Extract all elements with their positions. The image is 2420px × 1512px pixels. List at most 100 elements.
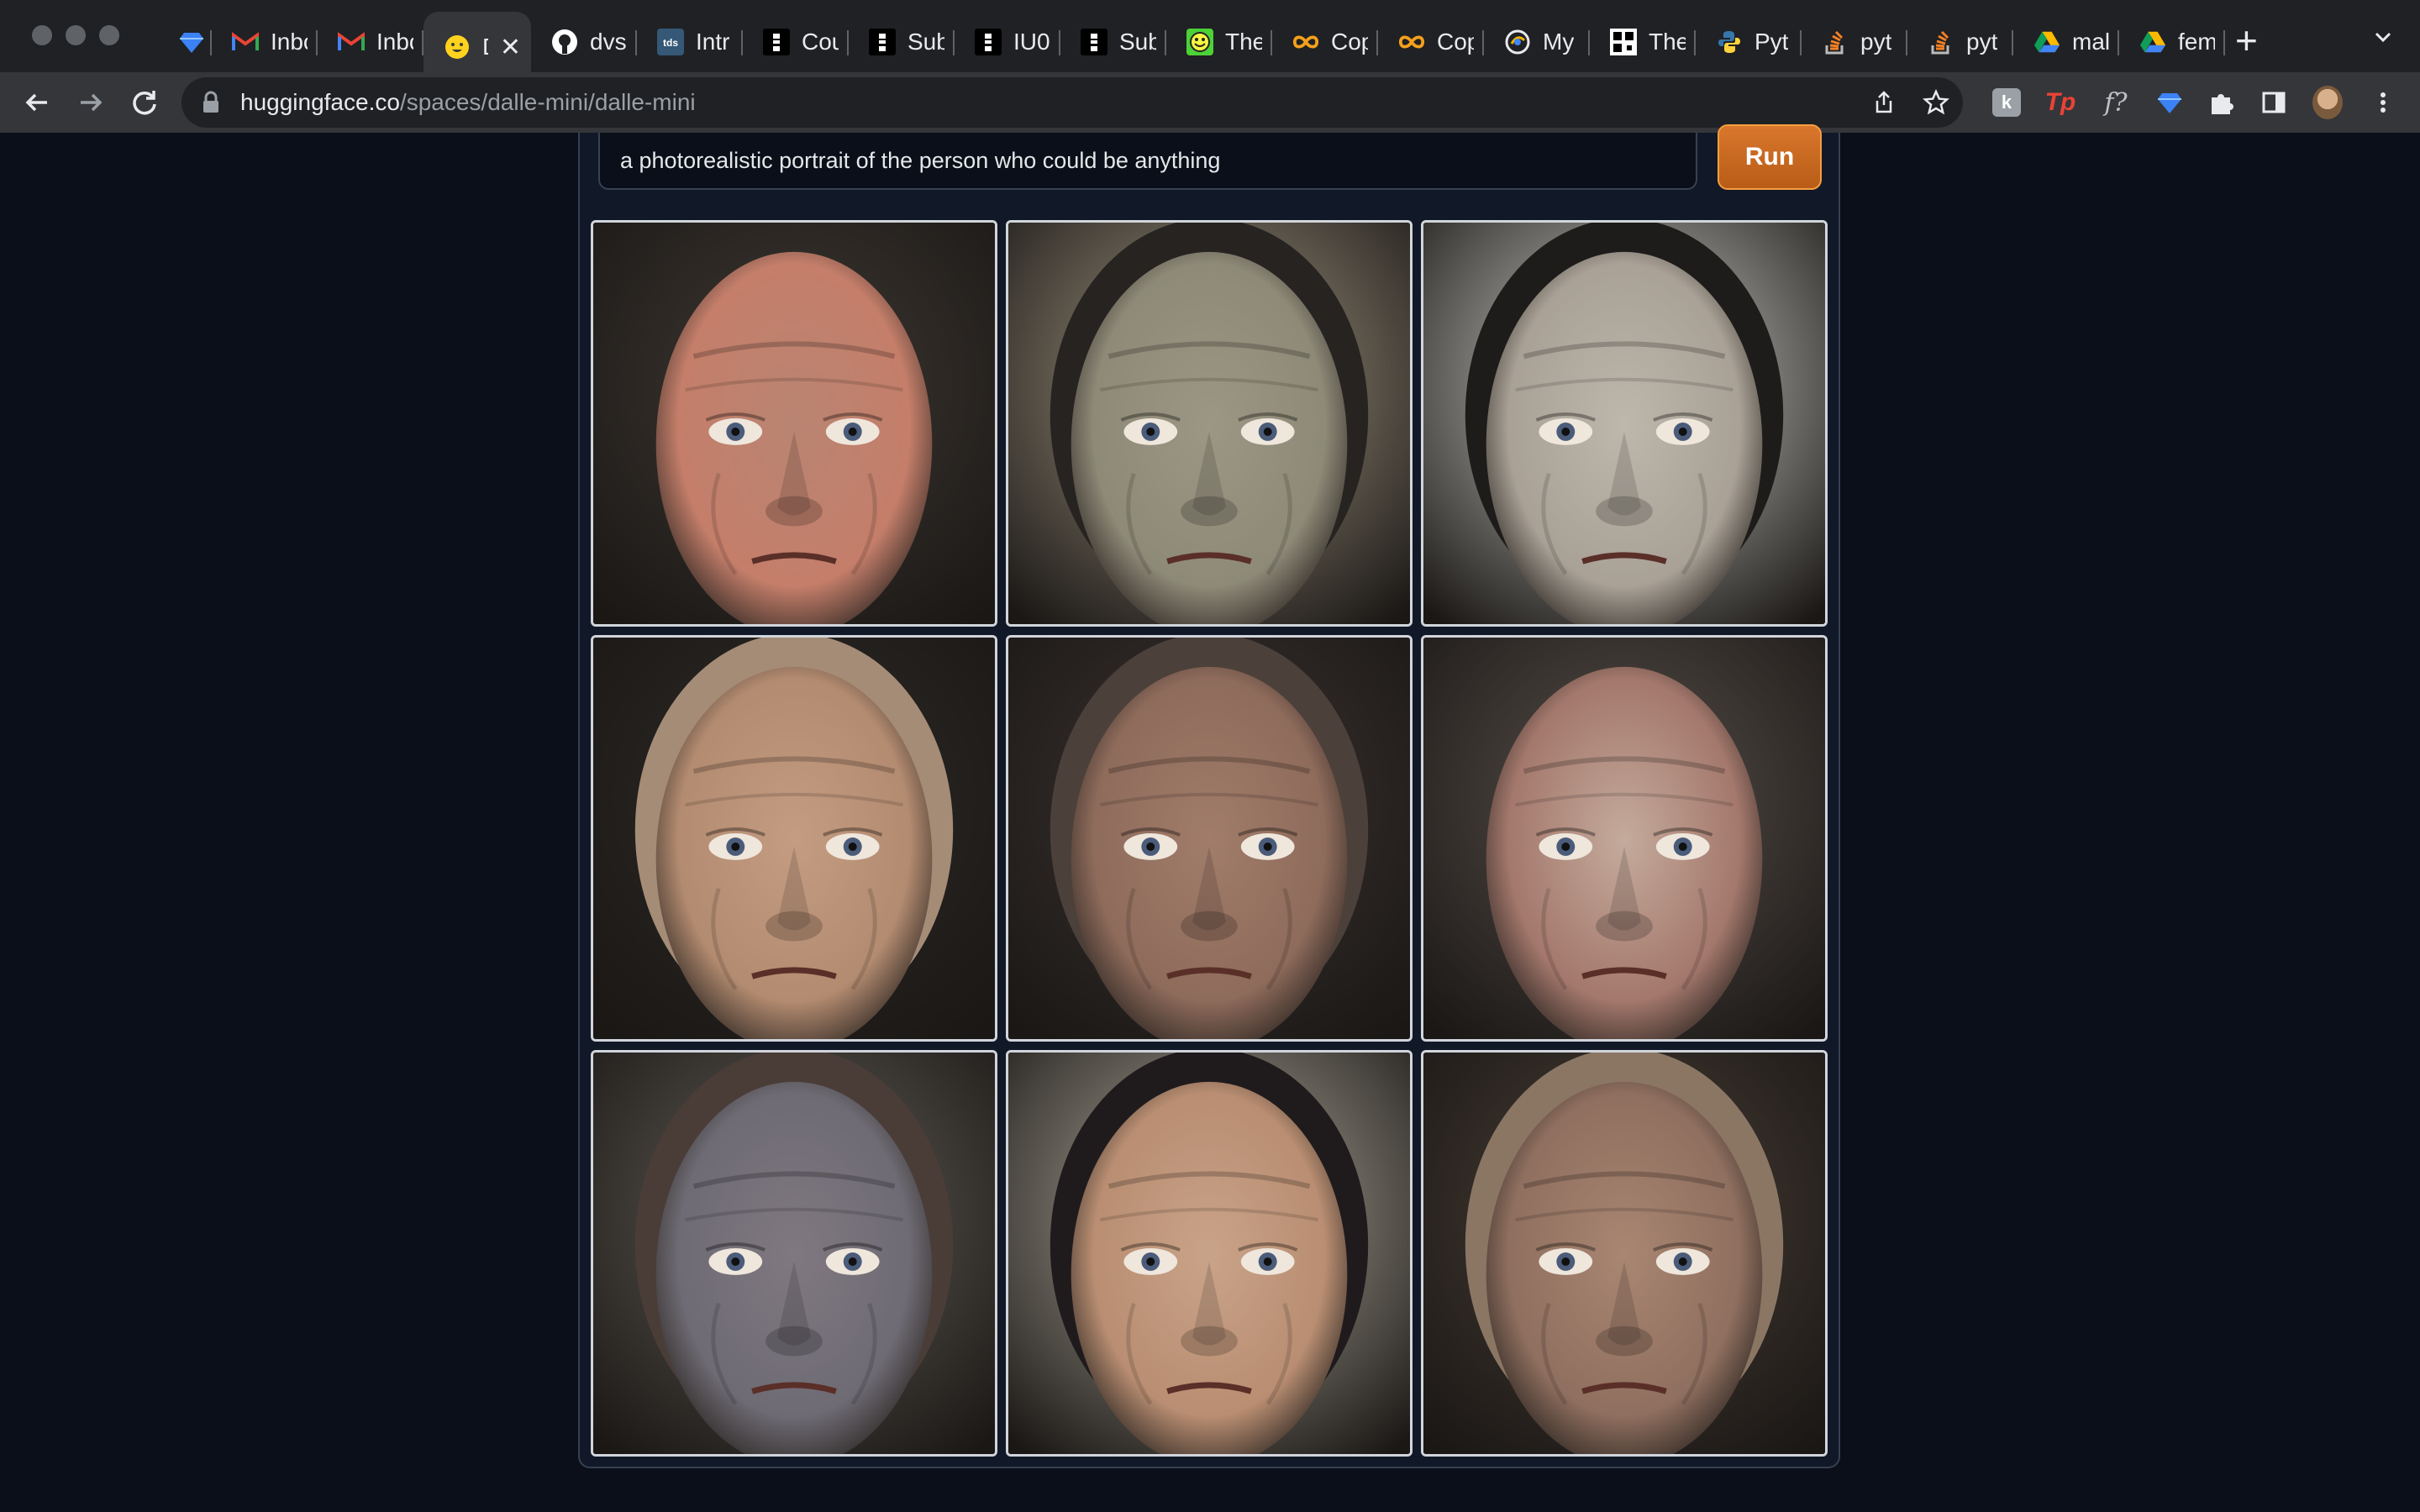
smiley-icon	[1186, 29, 1213, 55]
stackoverflow-icon	[1822, 29, 1849, 55]
svg-text:tds: tds	[663, 37, 678, 49]
tab-title: pyt	[1966, 29, 1998, 55]
arrow-right-icon	[81, 93, 103, 112]
zoom-window-button[interactable]	[99, 25, 119, 45]
bookmark-star-icon[interactable]	[1923, 89, 1949, 116]
prompt-input[interactable]: a photorealistic portrait of the person …	[598, 133, 1697, 190]
url-host: huggingface.co	[240, 89, 400, 115]
address-bar[interactable]: huggingface.co/spaces/dalle-mini/dalle-m…	[182, 77, 1963, 128]
tab[interactable]: pyt	[1907, 12, 2013, 72]
back-button[interactable]	[20, 86, 54, 119]
tab-title: Inbo	[376, 29, 413, 55]
tab[interactable]: pyt	[1802, 12, 1907, 72]
side-panel-icon	[2262, 92, 2286, 113]
url-path: /spaces/dalle-mini/dalle-mini	[399, 89, 696, 115]
tab[interactable]: The	[1590, 12, 1696, 72]
extension-gem-icon[interactable]	[2154, 87, 2185, 118]
url-text: huggingface.co/spaces/dalle-mini/dalle-m…	[240, 89, 696, 116]
tab[interactable]: Sub	[849, 12, 955, 72]
reload-button[interactable]	[128, 86, 161, 119]
tab[interactable]: Cop	[1378, 12, 1484, 72]
drive-icon	[2033, 29, 2060, 55]
tab[interactable]: Sub	[1060, 12, 1166, 72]
browser-menu-button[interactable]	[2368, 87, 2398, 118]
tab-title: Cop	[1331, 29, 1368, 55]
tab-title: The	[1225, 29, 1262, 55]
tab-title: Sub	[908, 29, 944, 55]
browser-toolbar: huggingface.co/spaces/dalle-mini/dalle-m…	[0, 72, 2420, 133]
gem-icon	[178, 29, 205, 55]
run-button[interactable]: Run	[1718, 124, 1822, 190]
generated-image[interactable]	[1006, 1050, 1413, 1457]
tab-title: Cou	[802, 29, 839, 55]
puzzle-icon	[2212, 94, 2233, 114]
tab-strip: Inbo Inbo D ✕ dvs tds Intr Cou Sub IU0 Sub The Cop Co…	[0, 0, 2420, 82]
tab[interactable]: Pyt	[1696, 12, 1802, 72]
tab[interactable]: Inbo	[318, 12, 424, 72]
close-tab-icon[interactable]: ✕	[500, 33, 521, 62]
gem-icon	[2158, 93, 2181, 113]
infinity-icon	[1292, 29, 1319, 55]
tab-title: D	[482, 34, 488, 60]
tab[interactable]: The	[1166, 12, 1272, 72]
kebab-menu-icon	[2381, 92, 2386, 113]
run-button-label: Run	[1744, 143, 1795, 171]
huggingface-icon	[444, 34, 471, 60]
tab[interactable]: Cop	[1272, 12, 1378, 72]
tab-title: Intr	[696, 29, 730, 55]
stackoverflow-icon	[1928, 29, 1954, 55]
arrow-left-icon	[25, 93, 47, 112]
gmail-icon	[232, 29, 259, 55]
tds-icon: tds	[657, 29, 684, 55]
python-icon	[1716, 29, 1743, 55]
tab[interactable]: dvs	[531, 12, 637, 72]
generated-image[interactable]	[1421, 220, 1828, 627]
qr-icon	[1610, 29, 1637, 55]
tab[interactable]: My	[1484, 12, 1590, 72]
extension-tp-icon[interactable]: Tp	[2045, 87, 2076, 118]
infinity-icon	[1398, 29, 1425, 55]
close-window-button[interactable]	[32, 25, 52, 45]
extension-k-icon[interactable]: k	[1991, 87, 2022, 118]
extension-font-icon[interactable]: f?	[2101, 87, 2131, 118]
tab-search-icon[interactable]	[2371, 25, 2395, 49]
bird-icon	[1504, 29, 1531, 55]
tab-title: Pyt	[1754, 29, 1789, 55]
window-controls	[32, 25, 119, 45]
tab-title: mal	[2072, 29, 2109, 55]
tab[interactable]: Inbo	[212, 12, 318, 72]
drive-icon	[2139, 29, 2166, 55]
profile-avatar[interactable]	[2312, 86, 2343, 119]
dots-icon	[975, 29, 1002, 55]
generated-image[interactable]	[1006, 220, 1413, 627]
tab[interactable]: mal	[2013, 12, 2119, 72]
generated-image[interactable]	[591, 1050, 997, 1457]
share-icon[interactable]	[1870, 89, 1897, 116]
dots-icon	[1081, 29, 1107, 55]
generated-image[interactable]	[1421, 635, 1828, 1042]
tab[interactable]: fem	[2119, 12, 2225, 72]
tab[interactable]: IU0	[955, 12, 1060, 72]
extensions-button[interactable]	[2207, 87, 2237, 118]
forward-button[interactable]	[74, 86, 108, 119]
generated-image[interactable]	[591, 635, 997, 1042]
minimize-window-button[interactable]	[66, 25, 86, 45]
prompt-text: a photorealistic portrait of the person …	[620, 147, 1221, 173]
tab-list: Inbo Inbo D ✕ dvs tds Intr Cou Sub IU0 Sub The Cop Co…	[158, 12, 2225, 82]
github-icon	[551, 29, 578, 55]
lock-icon	[203, 91, 218, 113]
tab-title: dvs	[590, 29, 627, 55]
tab[interactable]: tds Intr	[637, 12, 743, 72]
tab-title: Sub	[1119, 29, 1156, 55]
generated-image[interactable]	[1421, 1050, 1828, 1457]
tab-title: Cop	[1437, 29, 1474, 55]
side-panel-button[interactable]	[2259, 87, 2289, 118]
tab[interactable]: Cou	[743, 12, 849, 72]
tab-title: pyt	[1860, 29, 1892, 55]
generated-image[interactable]	[1006, 635, 1413, 1042]
new-tab-button[interactable]: +	[2235, 20, 2258, 60]
tab[interactable]	[158, 12, 212, 72]
tab-title: IU0	[1013, 29, 1050, 55]
generated-image[interactable]	[591, 220, 997, 627]
tab-title: My	[1543, 29, 1575, 55]
